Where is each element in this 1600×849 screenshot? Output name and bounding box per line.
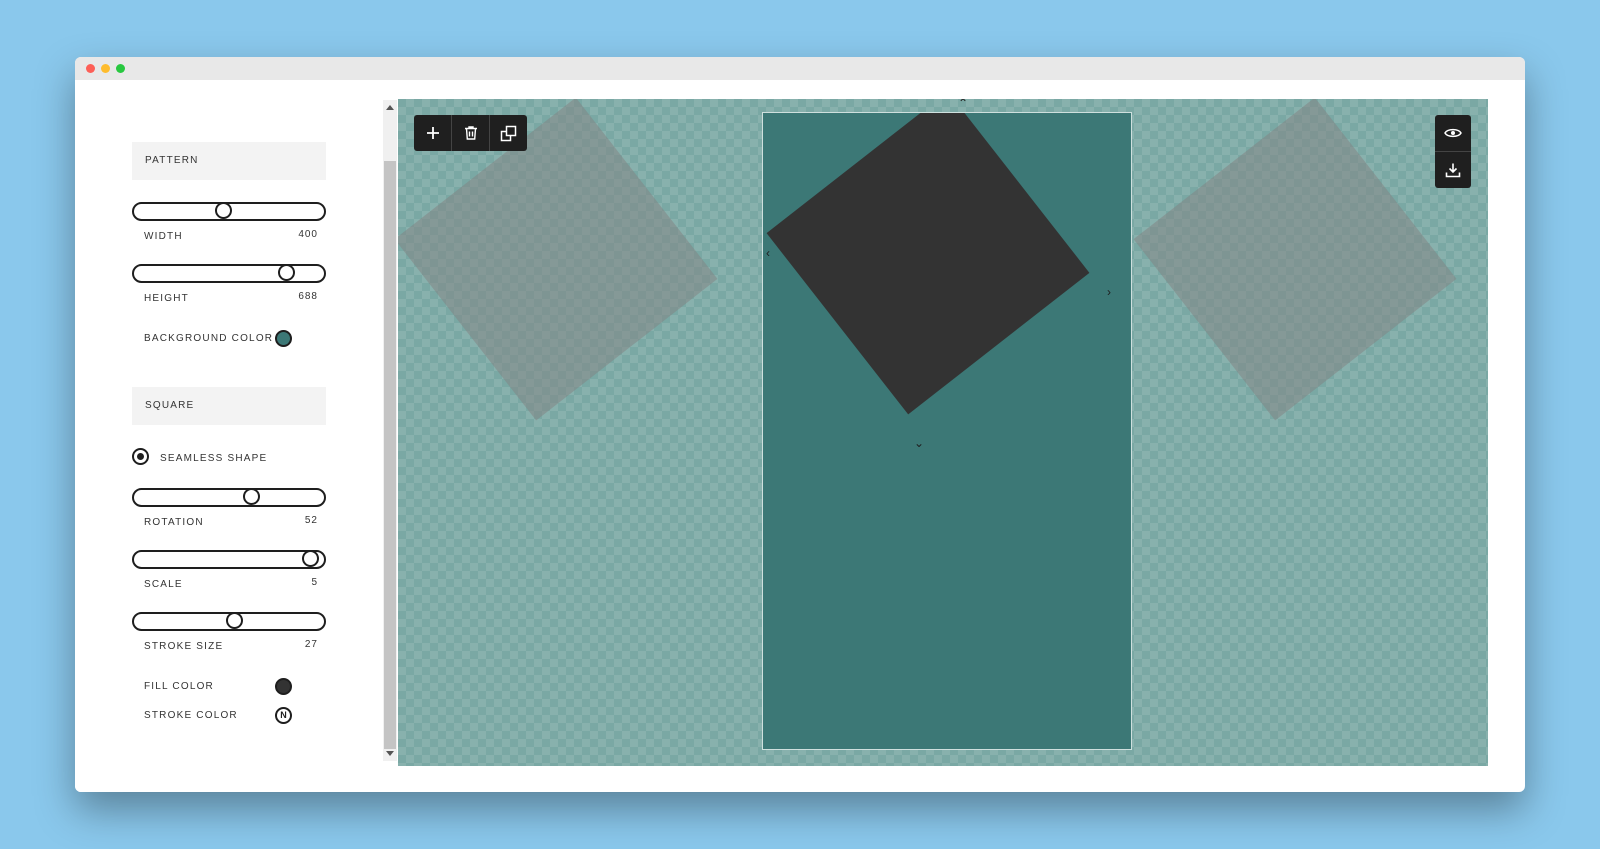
pattern-tile[interactable] (762, 112, 1132, 750)
handle-bottom-icon[interactable]: ⌄ (914, 437, 924, 449)
width-slider-thumb[interactable] (215, 202, 232, 219)
height-value: 688 (298, 291, 318, 302)
preview-button[interactable] (1435, 115, 1471, 152)
rotation-value: 52 (304, 515, 318, 526)
stroke-size-value: 27 (304, 639, 318, 650)
seamless-shape-label: SEAMLESS SHAPE (160, 453, 268, 464)
download-button[interactable] (1435, 152, 1471, 188)
maximize-window-button[interactable] (116, 64, 125, 73)
handle-left-icon[interactable]: ‹ (766, 247, 770, 259)
stroke-size-slider[interactable] (132, 612, 326, 631)
scale-slider[interactable] (132, 550, 326, 569)
scrollbar-thumb[interactable] (384, 161, 396, 749)
delete-shape-button[interactable] (452, 115, 490, 151)
trash-icon (464, 126, 477, 140)
height-slider-thumb[interactable] (278, 264, 295, 281)
square-shape[interactable] (766, 113, 1090, 415)
close-window-button[interactable] (86, 64, 95, 73)
pattern-canvas[interactable]: ⌃ ‹ › ⌄ (398, 99, 1488, 766)
scale-label: SCALE (144, 579, 183, 590)
add-shape-button[interactable] (414, 115, 452, 151)
stroke-color-swatch[interactable]: N (275, 707, 292, 724)
handle-right-icon[interactable]: › (1107, 286, 1111, 298)
height-slider[interactable] (132, 264, 326, 283)
seamless-shape-radio-dot (137, 453, 144, 460)
sidebar-scrollbar[interactable] (383, 100, 397, 761)
canvas-toolbar (414, 115, 527, 151)
settings-sidebar: PATTERN WIDTH 400 HEIGHT 688 BACKGROUND … (75, 80, 383, 792)
scroll-up-arrow-icon[interactable] (386, 105, 394, 110)
scale-value: 5 (311, 577, 318, 588)
seamless-shape-radio[interactable] (132, 448, 149, 465)
fill-color-label: FILL COLOR (144, 681, 214, 692)
background-color-label: BACKGROUND COLOR (144, 333, 274, 344)
view-tools (1435, 115, 1471, 188)
minimize-window-button[interactable] (101, 64, 110, 73)
width-value: 400 (298, 229, 318, 240)
app-window: PATTERN WIDTH 400 HEIGHT 688 BACKGROUND … (75, 57, 1525, 792)
handle-top-icon[interactable]: ⌃ (958, 99, 968, 109)
rotation-slider-thumb[interactable] (243, 488, 260, 505)
ghost-shape-right (1133, 99, 1457, 421)
width-slider[interactable] (132, 202, 326, 221)
stroke-size-label: STROKE SIZE (144, 641, 224, 652)
background-color-swatch[interactable] (275, 330, 292, 347)
title-bar (75, 57, 1525, 80)
fill-color-swatch[interactable] (275, 678, 292, 695)
download-icon (1445, 163, 1461, 178)
plus-icon (426, 127, 439, 139)
scale-slider-thumb[interactable] (302, 550, 319, 567)
square-section-header: SQUARE (132, 387, 326, 425)
eye-icon (1444, 128, 1462, 138)
width-label: WIDTH (144, 231, 183, 242)
stroke-size-slider-thumb[interactable] (226, 612, 243, 629)
stroke-color-label: STROKE COLOR (144, 710, 238, 721)
pattern-section-header: PATTERN (132, 142, 326, 180)
rotation-slider[interactable] (132, 488, 326, 507)
scroll-down-arrow-icon[interactable] (386, 751, 394, 756)
duplicate-shape-button[interactable] (490, 115, 527, 151)
rotation-label: ROTATION (144, 517, 204, 528)
height-label: HEIGHT (144, 293, 189, 304)
duplicate-icon (500, 125, 517, 141)
